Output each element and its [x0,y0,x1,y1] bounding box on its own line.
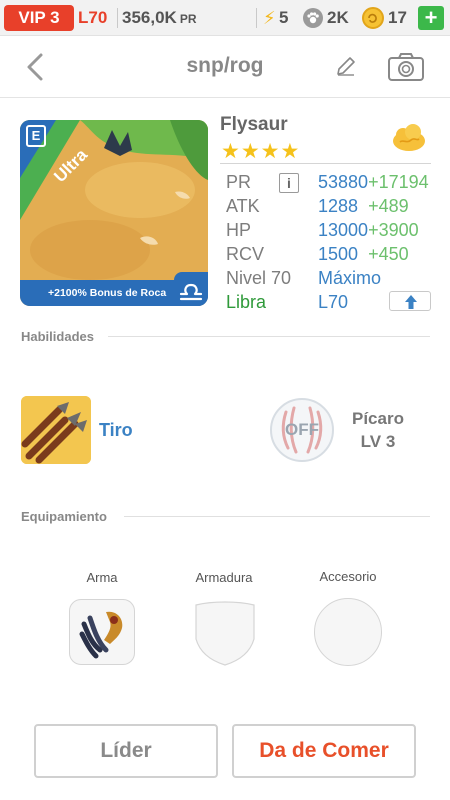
upgrade-button[interactable] [389,291,431,311]
player-power: 356,0K PR [122,5,197,31]
info-button[interactable]: i [279,173,299,193]
stat-value-rcv: 1500 +450 [318,244,409,265]
arrows-icon [21,396,91,464]
weapon-slot[interactable] [69,599,135,665]
active-skill-name[interactable]: Tiro [99,420,133,441]
player-level: L70 [78,8,108,27]
weapon-label: Arma [86,570,118,585]
skill-icon-arrows[interactable] [21,396,91,464]
stat-value: 53880 [318,172,369,192]
cloud-element-icon [393,124,425,151]
stat-label-rcv: RCV [226,244,265,264]
passive-state: OFF [285,420,319,439]
feed-button[interactable]: Da de Comer [232,724,416,778]
passive-skill-level: LV 3 [360,432,396,451]
stat-value-libra: L70 [318,292,349,312]
stat-label-libra: Libra [226,292,267,312]
armor-label: Armadura [195,570,253,585]
accessory-slot[interactable] [314,598,382,666]
libra-badge [174,272,208,306]
coin-count: 17 [388,8,407,27]
element-letter-badge: E [26,125,46,147]
section-title-equipment: Equipamiento [21,509,107,524]
stat-label-atk: ATK [226,196,260,216]
passive-skill-title: Pícaro [352,409,404,428]
stat-label-pr: PR [226,172,252,192]
edit-icon[interactable] [334,54,358,78]
add-coins-button[interactable]: + [418,6,444,30]
status-bar: VIP 3 L70 356,0K PR ⚡ 5 2K 17 + [0,0,450,36]
accessory-label: Accesorio [319,569,377,584]
coin-icon [362,7,384,29]
stat-bonus: +17194 [368,172,429,192]
divider [124,516,430,517]
armor-slot[interactable] [192,599,258,667]
header: snp/rog [0,36,450,98]
paw-icon [303,8,323,28]
leader-button[interactable]: Líder [34,724,218,778]
energy-count: 5 [279,8,289,27]
stat-label-hp: HP [226,220,252,240]
stat-value: 1288 [318,196,359,216]
stat-label-level: Nivel 70 [226,268,292,288]
stat-value-hp: 13000+3900 [318,220,419,241]
pet-card[interactable]: E Ultra +2100% Bonus de Roca [20,120,208,306]
libra-icon [179,283,203,301]
divider [108,336,430,337]
star-rating: ★★★★ [221,140,301,163]
claw-weapon-icon [79,611,123,659]
passive-skill-name: Pícaro LV 3 [340,407,416,453]
divider [117,8,118,28]
stat-value: 1500 [318,244,359,264]
stat-bonus: +3900 [368,220,419,240]
section-title-skills: Habilidades [21,329,94,344]
arrow-up-icon [405,295,417,309]
stat-value-pr: 53880+17194 [318,172,429,193]
stat-value-level: Máximo [318,268,382,288]
stat-bonus: +489 [368,196,409,216]
player-power-unit: PR [179,12,197,26]
divider [256,8,257,28]
back-icon[interactable] [22,52,52,82]
passive-skill-toggle[interactable]: OFF [270,398,334,462]
camera-icon[interactable] [387,52,425,82]
divider [220,163,431,164]
vip-badge[interactable]: VIP 3 [4,5,74,31]
energy-icon: ⚡ [263,8,276,28]
page-title: snp/rog [186,54,264,77]
pet-count: 2K [327,8,349,27]
stat-value-atk: 1288 +489 [318,196,409,217]
pet-name: Flysaur [220,114,288,135]
stat-bonus: +450 [368,244,409,264]
player-power-value: 356,0K [122,8,177,27]
stat-value: 13000 [318,220,369,240]
